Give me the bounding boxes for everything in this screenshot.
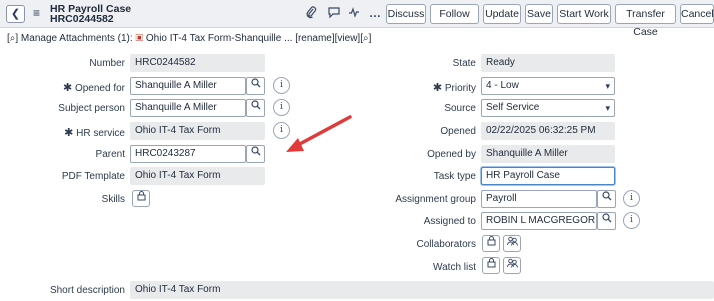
opened-by-label: Opened by [427,149,476,160]
hr-service-info-icon[interactable]: i [273,122,290,139]
priority-label-text: Priority [444,83,476,94]
pdf-template-field: Ohio IT-4 Tax Form [130,167,265,185]
watch-list-lock-icon[interactable] [482,257,500,274]
record-number-title: HRC0244582 [50,13,114,25]
follow-button[interactable]: Follow [430,4,479,24]
assignment-group-input[interactable]: Payroll [481,190,597,208]
form-header: ❮ ≡ HR Payroll Case HRC0244582 … Discuss… [0,0,714,38]
required-icon: ✱ [432,82,443,94]
chat-icon[interactable] [328,6,340,21]
watch-list-label: Watch list [433,262,476,273]
chevron-left-icon: ❮ [10,8,21,20]
task-type-label: Task type [433,171,476,182]
opened-label: Opened [440,126,476,137]
chevron-down-icon: ▾ [605,81,610,91]
menu-icon[interactable]: ≡ [33,7,40,19]
priority-selected-value: 4 - Low [486,80,519,91]
save-button[interactable]: Save [525,4,553,24]
collaborators-label: Collaborators [416,239,476,250]
hr-service-field: Ohio IT-4 Tax Form [130,122,265,140]
discuss-button[interactable]: Discuss [386,4,426,24]
manage-attachments-row: [⌕] Manage Attachments (1): ▣ Ohio IT-4 … [7,33,371,44]
assignment-group-search-icon[interactable] [597,190,616,208]
priority-select[interactable]: 4 - Low ▾ [481,77,615,95]
hr-service-label: ✱ HR service [64,126,125,139]
opened-field: 02/22/2025 06:32:25 PM [481,122,615,140]
collaborators-lock-icon[interactable] [482,235,500,252]
collaborators-add-people-icon[interactable] [503,235,521,252]
opened-for-search-icon[interactable] [246,77,265,95]
hr-service-label-text: HR service [76,128,125,139]
required-icon: ✱ [64,127,74,139]
transfer-case-button[interactable]: Transfer Case [615,4,676,38]
opened-for-input[interactable]: Shanquille A Miller [130,77,246,95]
parent-search-icon[interactable] [246,145,265,163]
opened-for-label: ✱ Opened for [63,81,125,94]
subject-person-info-icon[interactable]: i [273,99,290,116]
opened-for-info-icon[interactable]: i [273,77,290,94]
assigned-to-info-icon[interactable]: i [623,212,640,229]
manage-attachments-link[interactable]: [⌕] Manage Attachments (1): [7,33,133,44]
state-field: Ready [481,54,615,72]
back-button[interactable]: ❮ [6,5,25,23]
short-description-label: Short description [49,285,125,296]
assignment-group-label: Assignment group [395,194,476,205]
source-selected-value: Self Service [486,102,540,113]
chevron-down-icon: ▾ [605,103,610,113]
more-options-icon[interactable]: … [369,6,381,20]
short-description-field: Ohio IT-4 Tax Form [130,281,714,299]
number-field: HRC0244582 [130,54,265,72]
parent-input[interactable]: HRC0243287 [130,145,246,163]
source-label: Source [444,103,476,114]
assignment-group-info-icon[interactable]: i [623,190,640,207]
watch-list-add-people-icon[interactable] [503,257,521,274]
skills-lock-icon[interactable] [132,190,150,207]
task-type-field[interactable]: HR Payroll Case [481,167,615,185]
paperclip-icon[interactable] [305,6,317,22]
update-button[interactable]: Update [483,4,521,24]
cancel-button[interactable]: Cancel [680,4,714,24]
required-icon: ✱ [62,82,73,94]
number-label: Number [89,58,125,69]
priority-label: ✱ Priority [433,81,476,94]
state-label: State [452,58,476,69]
attachment-file-link[interactable]: Ohio IT-4 Tax Form-Shanquille ... [146,33,293,44]
source-select[interactable]: Self Service ▾ [481,99,615,117]
subject-person-search-icon[interactable] [246,99,265,117]
attachment-actions[interactable]: [rename][view][⌕] [295,33,371,44]
pdf-file-icon: ▣ [135,33,144,44]
assigned-to-label: Assigned to [423,216,476,227]
activity-icon[interactable] [348,6,360,21]
opened-by-field: Shanquille A Miller [481,145,615,163]
pdf-template-label: PDF Template [61,171,125,182]
assigned-to-input[interactable]: ROBIN L MACGREGOR [481,212,597,230]
assigned-to-search-icon[interactable] [597,212,616,230]
start-work-button[interactable]: Start Work [557,4,611,24]
subject-person-label: Subject person [58,103,125,114]
skills-label: Skills [101,194,125,205]
subject-person-input[interactable]: Shanquille A Miller [130,99,246,117]
opened-for-label-text: Opened for [74,83,125,94]
parent-label: Parent [95,149,125,160]
